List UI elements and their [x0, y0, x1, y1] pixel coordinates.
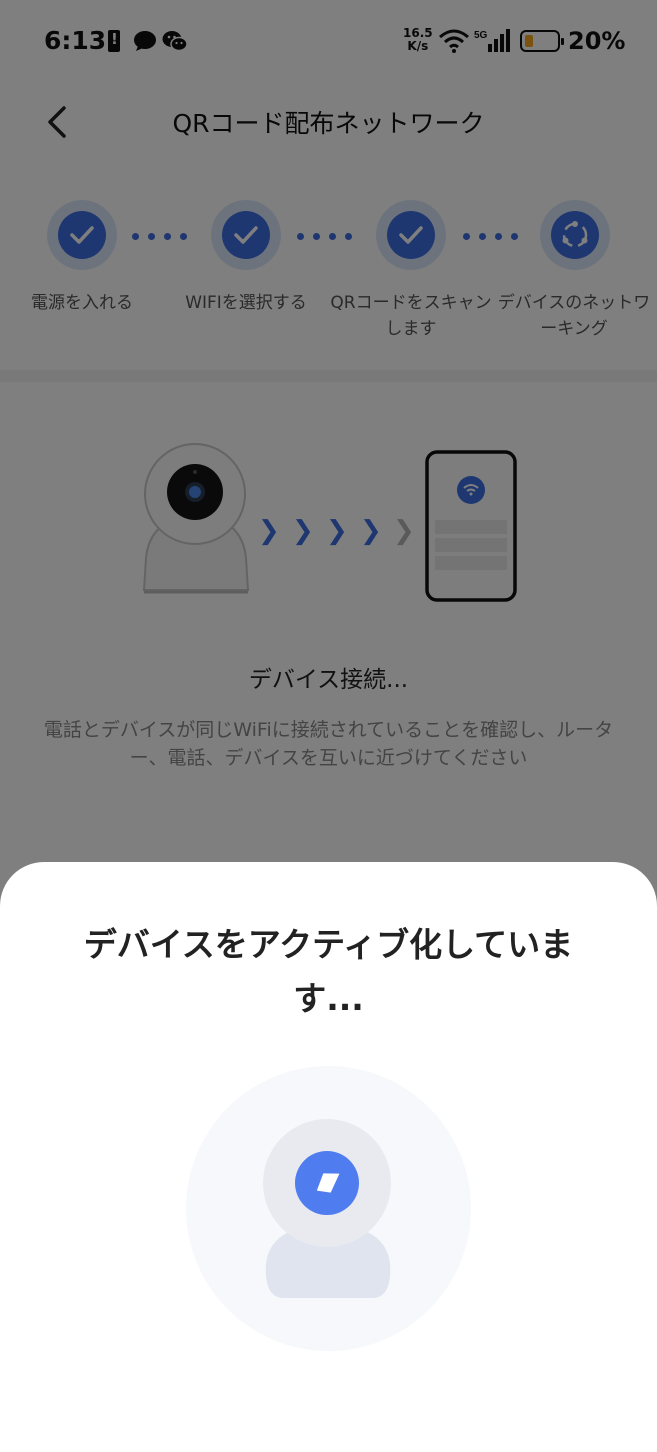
qr-network-page: 6:13 16.5 K/s 5G 20%	[0, 0, 657, 1452]
activation-title: デバイスをアクティブ化しています...	[83, 925, 574, 1018]
activation-bottom-sheet: デバイスをアクティブ化しています...	[0, 862, 657, 1452]
activating-camera-illustration	[186, 1066, 471, 1351]
